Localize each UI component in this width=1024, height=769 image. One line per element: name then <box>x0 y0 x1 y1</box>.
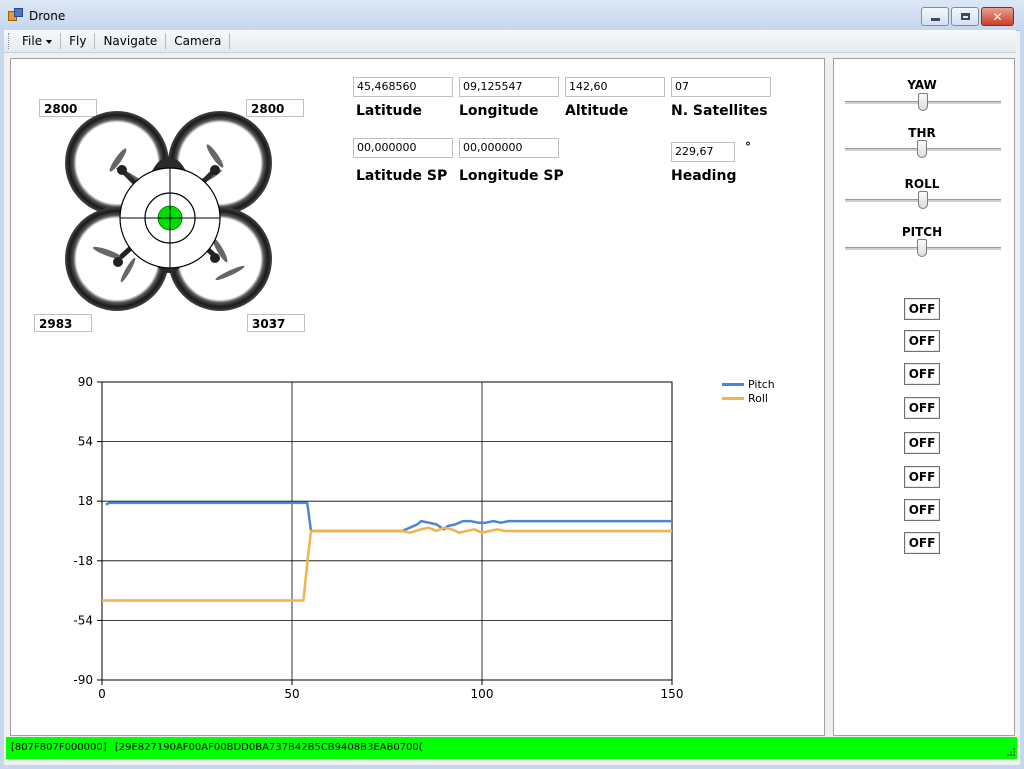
longitude-sp-label: Longitude SP <box>459 168 564 184</box>
x-tick-label: 100 <box>471 687 494 701</box>
menu-navigate[interactable]: Navigate <box>95 33 167 49</box>
legend-item-pitch: Pitch <box>722 377 775 391</box>
maximize-icon <box>960 13 970 20</box>
roll-label: ROLL <box>904 177 940 191</box>
y-tick-label: -18 <box>73 554 93 568</box>
toggle-button-8[interactable]: OFF <box>904 532 940 554</box>
pitch-slider[interactable] <box>845 239 1001 259</box>
slider-thumb[interactable] <box>918 93 928 111</box>
chart-legend: Pitch Roll <box>722 377 775 405</box>
minimize-button[interactable] <box>921 7 949 26</box>
y-tick-label: 54 <box>78 435 93 449</box>
longitude-sp-field[interactable]: 00,000000 <box>459 138 559 158</box>
status-bar: [807F807F000000] [29E827190AF00AF00BDD0B… <box>6 737 1017 759</box>
x-tick-label: 150 <box>661 687 684 701</box>
y-tick-label: 90 <box>78 375 93 389</box>
toggle-button-6[interactable]: OFF <box>904 466 940 488</box>
menu-bar: File Fly Navigate Camera <box>4 30 1016 53</box>
heading-label: Heading <box>671 168 737 184</box>
minimize-icon <box>930 18 940 21</box>
window-title: Drone <box>29 9 66 23</box>
y-tick-label: 18 <box>78 494 93 508</box>
toggle-button-7[interactable]: OFF <box>904 499 940 521</box>
status-field-2: [29E827190AF00AF00BDD0BA737B42B5CB9408B3… <box>114 742 423 753</box>
toggle-button-4[interactable]: OFF <box>904 397 940 419</box>
menu-fly[interactable]: Fly <box>61 33 96 49</box>
drone-image <box>65 111 272 311</box>
app-icon <box>8 8 23 21</box>
y-tick-label: -90 <box>73 673 93 687</box>
latitude-sp-label: Latitude SP <box>356 168 448 184</box>
title-bar: Drone ✕ <box>0 0 1024 31</box>
x-tick-label: 0 <box>98 687 106 701</box>
status-field-1: [807F807F000000] <box>11 742 107 753</box>
x-tick-label: 50 <box>284 687 299 701</box>
heading-field[interactable]: 229,67 <box>671 142 735 162</box>
toggle-button-1[interactable]: OFF <box>904 298 940 320</box>
slider-thumb[interactable] <box>916 140 927 158</box>
toggle-button-5[interactable]: OFF <box>904 432 940 454</box>
pitch-label: PITCH <box>901 225 943 239</box>
latitude-label: Latitude <box>356 103 423 119</box>
slider-thumb[interactable] <box>918 191 928 209</box>
close-button[interactable]: ✕ <box>981 7 1014 26</box>
altitude-label: Altitude <box>565 103 629 119</box>
dropdown-arrow-icon <box>46 39 53 44</box>
toolbar-grip[interactable] <box>8 33 12 49</box>
legend-swatch-roll <box>722 396 744 400</box>
yaw-slider[interactable] <box>845 93 1001 113</box>
longitude-field[interactable]: 09,125547 <box>459 77 559 97</box>
heading-unit: ° <box>745 140 751 154</box>
toggle-button-3[interactable]: OFF <box>904 363 940 385</box>
toggle-button-2[interactable]: OFF <box>904 330 940 352</box>
y-tick-label: -54 <box>73 613 93 627</box>
pitch-roll-chart: 90 54 18 -18 -54 -90 0 50 100 150 <box>73 375 684 701</box>
legend-item-roll: Roll <box>722 391 775 405</box>
satellites-field[interactable]: 07 <box>671 77 771 97</box>
roll-slider[interactable] <box>845 191 1001 211</box>
maximize-button[interactable] <box>951 7 979 26</box>
close-icon: ✕ <box>992 9 1003 24</box>
throttle-label: THR <box>908 126 936 140</box>
throttle-slider[interactable] <box>845 140 1001 160</box>
longitude-label: Longitude <box>459 103 539 119</box>
slider-thumb[interactable] <box>916 239 927 257</box>
menu-file[interactable]: File <box>14 33 62 49</box>
latitude-field[interactable]: 45,468560 <box>353 77 453 97</box>
altitude-field[interactable]: 142,60 <box>565 77 665 97</box>
resize-grip-icon[interactable] <box>1006 747 1016 757</box>
legend-swatch-pitch <box>722 382 744 386</box>
menu-camera[interactable]: Camera <box>166 33 231 49</box>
satellites-label: N. Satellites <box>671 103 768 119</box>
latitude-sp-field[interactable]: 00,000000 <box>353 138 453 158</box>
yaw-label: YAW <box>907 78 937 92</box>
